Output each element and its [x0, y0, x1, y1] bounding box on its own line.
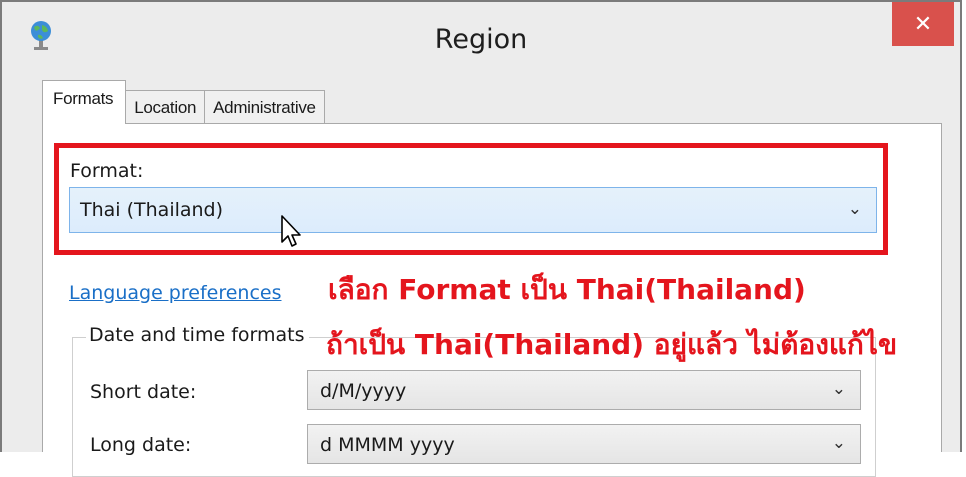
title-bar[interactable]: Region ✕ — [2, 2, 960, 86]
annotation-text-no-change: ถ้าเป็น Thai(Thailand) อยู่แล้ว ไม่ต้องแ… — [326, 328, 898, 361]
annotation-highlight-box — [54, 143, 888, 255]
chevron-down-icon: ⌄ — [831, 379, 846, 399]
mouse-cursor-icon — [281, 215, 301, 247]
chevron-down-icon: ⌄ — [831, 433, 846, 453]
date-time-group-title: Date and time formats — [86, 324, 309, 346]
tab-formats[interactable]: Formats — [42, 80, 127, 124]
long-date-value: d MMMM yyyy — [320, 434, 455, 456]
close-button[interactable]: ✕ — [892, 2, 954, 46]
annotation-text-select-format: เลือก Format เป็น Thai(Thailand) — [328, 273, 806, 306]
language-preferences-link[interactable]: Language preferences — [69, 282, 282, 304]
short-date-dropdown[interactable]: d/M/yyyy ⌄ — [307, 370, 861, 410]
long-date-dropdown[interactable]: d MMMM yyyy ⌄ — [307, 424, 861, 464]
long-date-label: Long date: — [90, 434, 192, 456]
close-icon: ✕ — [913, 11, 933, 37]
tab-administrative[interactable]: Administrative — [204, 90, 325, 124]
short-date-value: d/M/yyyy — [320, 380, 407, 402]
tab-strip: Formats Location Administrative — [42, 80, 325, 124]
short-date-label: Short date: — [90, 381, 197, 403]
window-title: Region — [434, 24, 528, 55]
tab-location[interactable]: Location — [125, 90, 206, 124]
